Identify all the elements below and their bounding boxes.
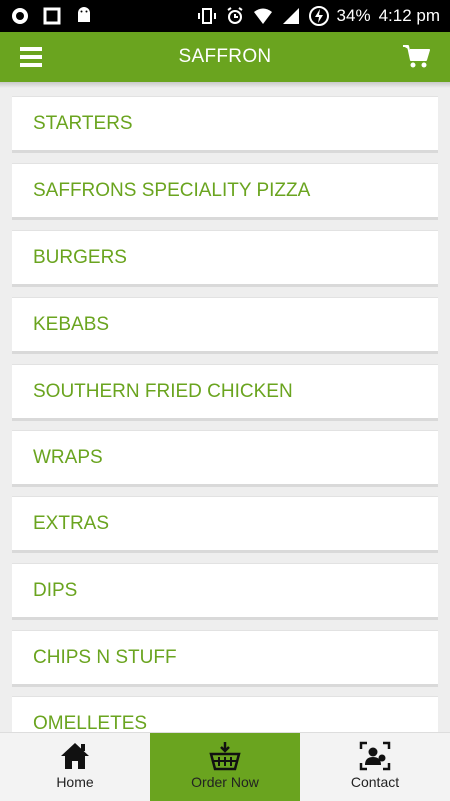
contact-card-icon	[359, 741, 391, 771]
home-icon	[61, 743, 89, 769]
signal-icon	[282, 8, 299, 24]
category-list[interactable]: STARTERS SAFFRONS SPECIALITY PIZZA BURGE…	[0, 88, 450, 732]
vibrate-icon	[197, 8, 216, 24]
category-item-chips[interactable]: CHIPS N STUFF	[12, 630, 438, 687]
basket-icon	[209, 742, 241, 771]
app-bar: SAFFRON	[0, 32, 450, 82]
category-label: SAFFRONS SPECIALITY PIZZA	[33, 180, 311, 201]
category-label: CHIPS N STUFF	[33, 647, 177, 668]
category-label: DIPS	[33, 580, 78, 601]
notification-a-icon	[12, 8, 28, 24]
tab-order-now[interactable]: Order Now	[150, 733, 300, 801]
status-bar: 34% 4:12 pm	[0, 0, 450, 32]
category-item-kebabs[interactable]: KEBABS	[12, 297, 438, 354]
category-item-wraps[interactable]: WRAPS	[12, 430, 438, 487]
tab-label: Home	[56, 774, 94, 790]
category-item-starters[interactable]: STARTERS	[12, 96, 438, 153]
battery-charging-icon	[308, 6, 329, 26]
category-label: EXTRAS	[33, 513, 110, 534]
tab-label: Order Now	[191, 774, 259, 790]
android-icon	[78, 7, 90, 22]
category-item-omelletes[interactable]: OMELLETES	[12, 696, 438, 732]
category-item-extras[interactable]: EXTRAS	[12, 496, 438, 553]
category-item-fried-chicken[interactable]: SOUTHERN FRIED CHICKEN	[12, 364, 438, 421]
bottom-navigation: Home Order Now Contact	[0, 732, 450, 801]
square-icon	[43, 7, 61, 25]
battery-percent: 34%	[336, 6, 371, 25]
category-item-pizza[interactable]: SAFFRONS SPECIALITY PIZZA	[12, 163, 438, 220]
tab-contact[interactable]: Contact	[300, 733, 450, 801]
category-label: WRAPS	[33, 447, 103, 468]
category-item-dips[interactable]: DIPS	[12, 563, 438, 620]
page-title: SAFFRON	[178, 46, 272, 67]
category-label: OMELLETES	[33, 713, 148, 732]
shopping-cart-icon[interactable]	[402, 44, 430, 70]
tab-label: Contact	[350, 774, 400, 790]
category-label: BURGERS	[33, 247, 127, 268]
alarm-icon	[226, 7, 243, 24]
category-label: KEBABS	[33, 314, 110, 335]
category-label: STARTERS	[33, 113, 133, 134]
wifi-icon	[253, 8, 272, 24]
category-item-burgers[interactable]: BURGERS	[12, 230, 438, 287]
tab-home[interactable]: Home	[0, 733, 150, 801]
category-label: SOUTHERN FRIED CHICKEN	[33, 381, 293, 402]
clock: 4:12 pm	[378, 6, 440, 25]
